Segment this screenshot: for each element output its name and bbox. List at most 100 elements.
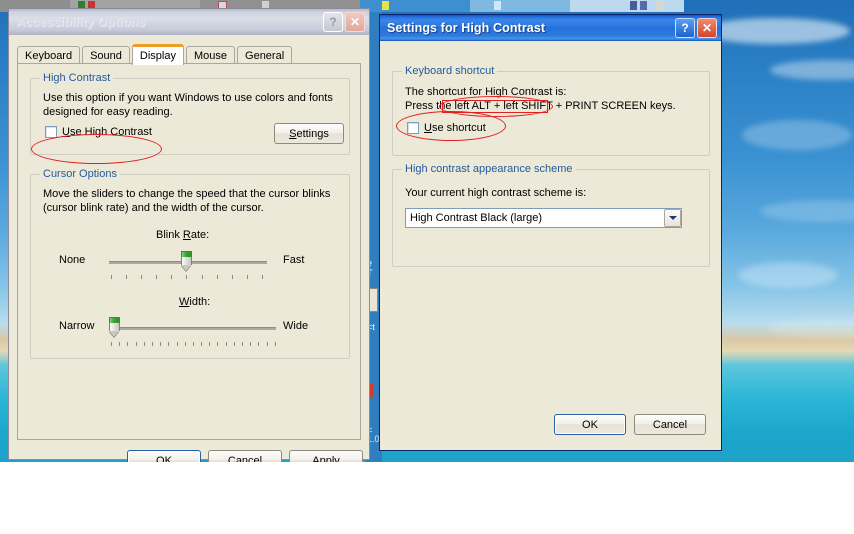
thumb-tip xyxy=(181,265,191,271)
button-label-rest: pply xyxy=(319,454,340,463)
keyboard-shortcut-description: The shortcut for High Contrast is: Press… xyxy=(405,85,705,113)
thumb-mid xyxy=(181,257,192,265)
cursor-options-description-line1: Move the sliders to change the speed tha… xyxy=(43,188,331,200)
high-contrast-group-title: High Contrast xyxy=(40,72,114,84)
appearance-scheme-label: Your current high contrast scheme is: xyxy=(405,187,587,199)
accessibility-ok-button[interactable]: OK xyxy=(127,450,201,462)
tab-label: Keyboard xyxy=(25,49,73,62)
tab-display[interactable]: Display xyxy=(131,44,184,65)
high-contrast-settings-button[interactable]: Settings xyxy=(274,123,344,144)
settings-dialog-title: Settings for High Contrast xyxy=(387,21,546,35)
use-high-contrast-label: Use High Contrast xyxy=(62,126,152,138)
button-label: Cancel xyxy=(652,418,688,431)
close-icon[interactable]: ✕ xyxy=(345,12,365,32)
toolbar-segment xyxy=(470,0,570,12)
use-shortcut-checkbox[interactable]: Use shortcut xyxy=(407,122,486,134)
accessibility-dialog-titlebar[interactable]: Accessibility Options ? ✕ xyxy=(9,9,369,35)
settings-dialog-titlebar[interactable]: Settings for High Contrast ? ✕ xyxy=(380,15,721,41)
sliver-scrollbar-thumb[interactable] xyxy=(369,288,378,312)
cloud-shape xyxy=(768,318,854,338)
dropdown-selected-value: High Contrast Black (large) xyxy=(410,212,543,224)
width-title: Width: xyxy=(179,296,211,308)
accel-letter: R xyxy=(182,229,191,241)
tab-sound[interactable]: Sound xyxy=(82,46,130,64)
cursor-options-group-title: Cursor Options xyxy=(40,168,120,180)
shortcut-line2: Press the left ALT + left SHIFT + PRINT … xyxy=(405,99,705,113)
blink-rate-slider-thumb[interactable] xyxy=(181,251,192,271)
shortcut-line2-suffix: + PRINT SCREEN keys. xyxy=(552,100,676,112)
display-tab-panel: High Contrast Use this option if you wan… xyxy=(17,63,361,440)
accessibility-dialog-title: Accessibility Options xyxy=(16,15,146,29)
button-label: OK xyxy=(582,418,598,431)
width-slider-ticks xyxy=(111,342,276,346)
settings-ok-button[interactable]: OK xyxy=(554,414,626,435)
width-max-label: Wide xyxy=(283,320,309,332)
toolbar-icon xyxy=(494,1,501,10)
cloud-shape xyxy=(738,262,838,288)
cursor-options-description-line2: (cursor blink rate) and the width of the… xyxy=(43,202,264,214)
tab-label: Display xyxy=(139,50,176,62)
tab-keyboard[interactable]: Keyboard xyxy=(17,46,81,64)
keyboard-shortcut-group-title: Keyboard shortcut xyxy=(402,65,498,77)
width-slider-thumb[interactable] xyxy=(109,317,120,337)
tab-mouse[interactable]: Mouse xyxy=(185,46,236,64)
high-contrast-description-line1: Use this option if you want Windows to u… xyxy=(43,92,333,104)
toolbar-icon xyxy=(630,1,637,10)
cursor-options-groupbox: Cursor Options Move the sliders to chang… xyxy=(30,168,350,359)
help-icon[interactable]: ? xyxy=(323,12,343,32)
shortcut-line1: The shortcut for High Contrast is: xyxy=(405,86,567,98)
accel-letter: A xyxy=(312,454,320,463)
settings-for-high-contrast-dialog[interactable]: Settings for High Contrast ? ✕ Keyboard … xyxy=(379,14,722,451)
accessibility-options-dialog[interactable]: Accessibility Options ? ✕ Keyboard Sound… xyxy=(8,8,370,462)
cloud-shape xyxy=(700,18,850,44)
cloud-shape xyxy=(770,60,854,80)
accel-letter: S xyxy=(289,127,297,140)
high-contrast-description-line2: designed for easy reading. xyxy=(43,106,173,118)
help-icon[interactable]: ? xyxy=(675,18,695,38)
accel-letter: U xyxy=(62,126,70,138)
toolbar-segment xyxy=(360,0,470,12)
desktop-screen: e T <t < 1.0 Accessibility Options ? ✕ xyxy=(0,0,854,462)
accel-letter: W xyxy=(179,296,190,308)
blink-rate-slider-ticks xyxy=(111,275,263,279)
cloud-shape xyxy=(742,120,852,150)
button-label: OK xyxy=(156,454,172,463)
button-label: Cancel xyxy=(227,454,263,463)
toolbar-icon xyxy=(382,1,389,10)
accessibility-cancel-button[interactable]: Cancel xyxy=(208,450,282,462)
appearance-scheme-groupbox: High contrast appearance scheme Your cur… xyxy=(392,163,710,267)
width-slider-track[interactable] xyxy=(111,327,276,330)
settings-button-label: ettings xyxy=(296,127,329,140)
toolbar-icon xyxy=(640,1,647,10)
shortcut-key-text: left ALT + left SHIFT xyxy=(454,100,553,112)
checkbox-box[interactable] xyxy=(407,122,419,134)
tab-label: Sound xyxy=(90,49,122,62)
use-shortcut-label: Use shortcut xyxy=(424,122,486,134)
high-contrast-groupbox: High Contrast Use this option if you wan… xyxy=(30,72,350,155)
checkbox-box[interactable] xyxy=(45,126,57,138)
settings-cancel-button[interactable]: Cancel xyxy=(634,414,706,435)
tab-label: Mouse xyxy=(193,49,228,62)
cursor-options-description: Move the sliders to change the speed tha… xyxy=(43,187,343,215)
keyboard-shortcut-groupbox: Keyboard shortcut The shortcut for High … xyxy=(392,65,710,156)
tab-general[interactable]: General xyxy=(237,46,293,64)
label-rest: se shortcut xyxy=(431,122,486,134)
blink-rate-min-label: None xyxy=(59,254,86,266)
toolbar-segment xyxy=(570,0,684,12)
appearance-scheme-group-title: High contrast appearance scheme xyxy=(402,163,576,175)
chevron-down-icon[interactable] xyxy=(664,209,681,227)
label-rest: se High Contrast xyxy=(69,126,152,138)
thumb-mid xyxy=(109,323,120,331)
high-contrast-description: Use this option if you want Windows to u… xyxy=(43,91,343,119)
thumb-tip xyxy=(109,331,119,337)
shortcut-line2-prefix: Press the xyxy=(405,100,455,112)
blink-rate-title: Blink Rate: xyxy=(156,229,210,241)
blink-rate-max-label: Fast xyxy=(283,254,305,266)
use-high-contrast-checkbox[interactable]: Use High Contrast xyxy=(45,126,152,138)
width-min-label: Narrow xyxy=(59,320,95,332)
high-contrast-scheme-dropdown[interactable]: High Contrast Black (large) xyxy=(405,208,682,228)
accessibility-apply-button[interactable]: Apply xyxy=(289,450,363,462)
close-icon[interactable]: ✕ xyxy=(697,18,717,38)
toolbar-icon xyxy=(656,1,663,10)
page-whitespace xyxy=(0,462,854,534)
